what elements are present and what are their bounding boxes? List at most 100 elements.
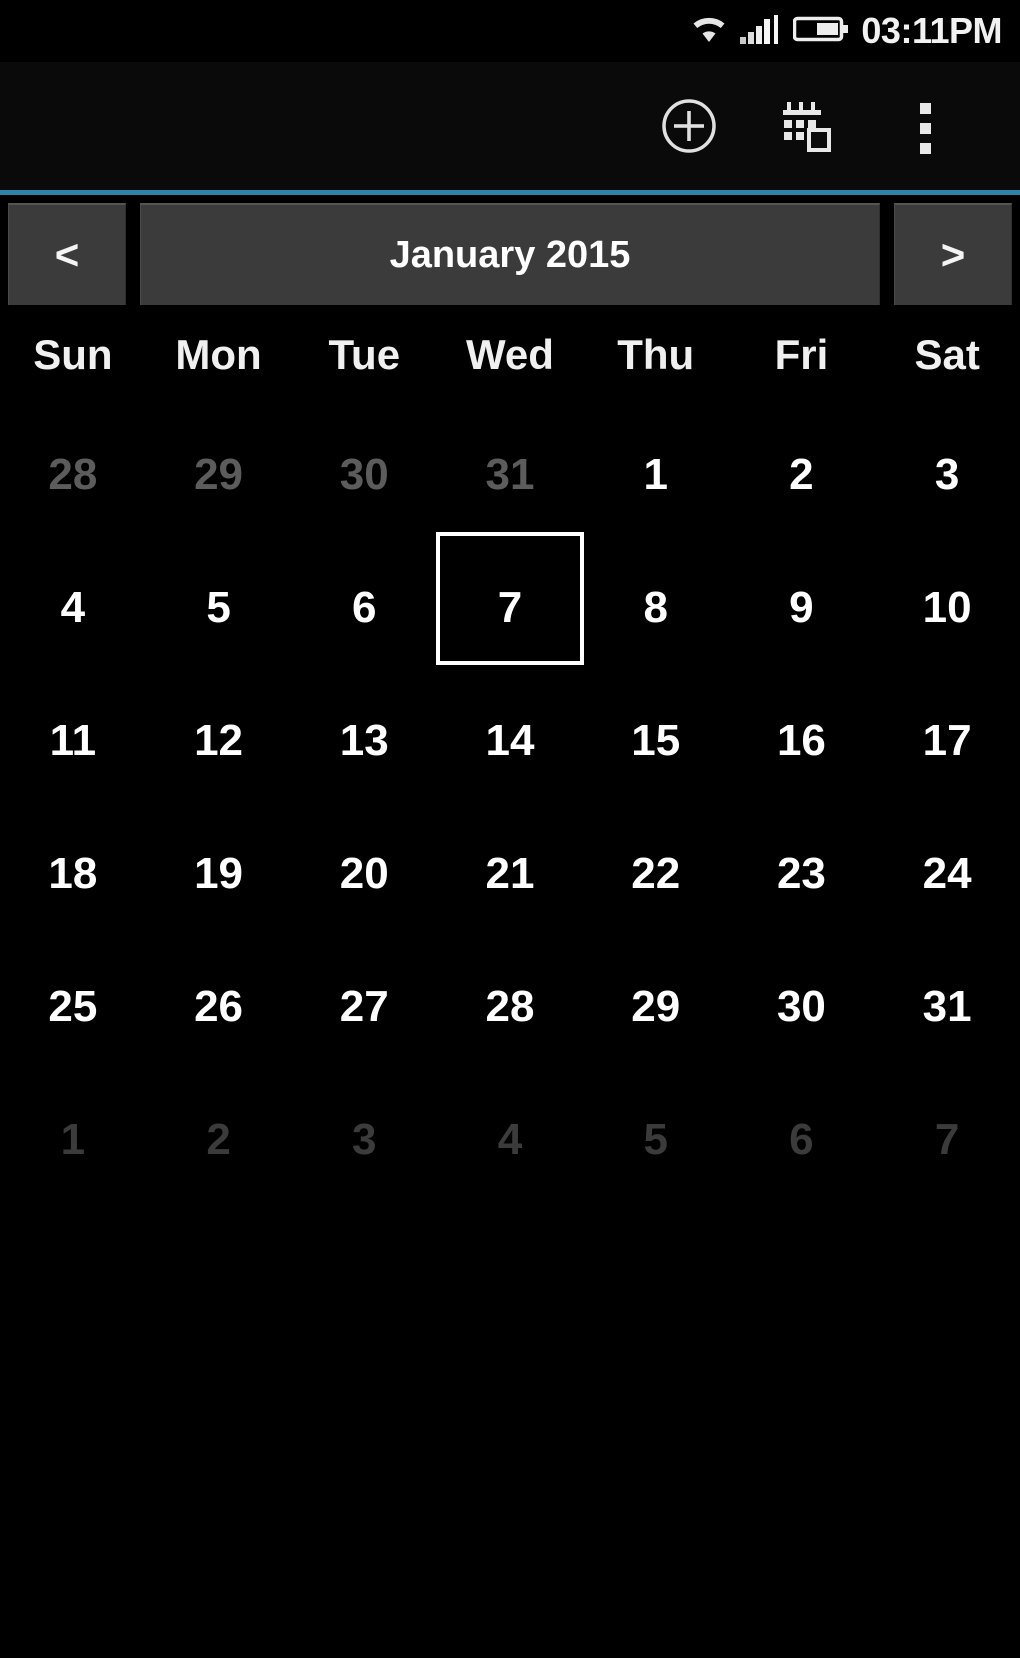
- day-cell[interactable]: 1: [0, 1070, 146, 1203]
- day-number: 13: [339, 715, 389, 765]
- day-cell[interactable]: 22: [583, 804, 729, 937]
- day-number: 12: [194, 715, 244, 765]
- day-cell[interactable]: 4: [437, 1070, 583, 1203]
- day-cell[interactable]: 2: [146, 1070, 292, 1203]
- day-number: 28: [485, 981, 535, 1031]
- overflow-menu-button[interactable]: [866, 62, 984, 195]
- day-cell[interactable]: 28: [437, 937, 583, 1070]
- day-number: 29: [631, 981, 681, 1031]
- day-cell[interactable]: 12: [146, 671, 292, 804]
- weekday-header-sat: Sat: [914, 331, 980, 378]
- day-cell[interactable]: 11: [0, 671, 146, 804]
- day-cell[interactable]: 7: [874, 1070, 1020, 1203]
- day-number: 28: [48, 449, 98, 499]
- day-cell[interactable]: 31: [874, 937, 1020, 1070]
- day-cell[interactable]: 3: [874, 405, 1020, 538]
- day-cell[interactable]: 16: [729, 671, 875, 804]
- day-number: 22: [631, 848, 681, 898]
- day-number: 18: [48, 848, 98, 898]
- day-cell[interactable]: 14: [437, 671, 583, 804]
- day-cell[interactable]: 13: [291, 671, 437, 804]
- day-number: 15: [631, 715, 681, 765]
- day-cell[interactable]: 24: [874, 804, 1020, 937]
- day-number: 27: [339, 981, 389, 1031]
- day-cell[interactable]: 4: [0, 538, 146, 671]
- wifi-icon: [689, 13, 729, 50]
- day-cell[interactable]: 2: [729, 405, 875, 538]
- day-cell[interactable]: 20: [291, 804, 437, 937]
- status-bar-right-group: 03:11PM: [689, 13, 1002, 50]
- day-cell[interactable]: 15: [583, 671, 729, 804]
- day-number: 30: [339, 449, 389, 499]
- status-bar-clock: 03:11PM: [861, 10, 1002, 51]
- day-number: 30: [776, 981, 826, 1031]
- weekday-header-row: Sun Mon Tue Wed Thu Fri Sat: [0, 305, 1020, 405]
- day-number: 11: [49, 715, 97, 765]
- day-cell[interactable]: 6: [729, 1070, 875, 1203]
- calendar-today-icon: [775, 94, 839, 163]
- plus-circle-icon: [657, 94, 721, 163]
- month-title-button[interactable]: January 2015: [140, 203, 880, 305]
- day-number: 3: [352, 1114, 377, 1164]
- action-bar: [0, 62, 1020, 195]
- day-cell[interactable]: 5: [146, 538, 292, 671]
- day-cell[interactable]: 29: [146, 405, 292, 538]
- battery-icon: [793, 13, 849, 50]
- day-cell[interactable]: 21: [437, 804, 583, 937]
- day-cell[interactable]: 9: [729, 538, 875, 671]
- day-grid: 28 29 30 31 1 2 3 4 5 6 7 8 9 10 11 12 13 14 15 16 17 18 19 20 2…: [0, 405, 1020, 1203]
- overflow-menu-icon: [919, 103, 931, 154]
- weekday-header-fri: Fri: [774, 331, 829, 378]
- day-cell[interactable]: 26: [146, 937, 292, 1070]
- day-cell[interactable]: 30: [729, 937, 875, 1070]
- day-number: 4: [60, 582, 86, 632]
- day-number: 31: [485, 449, 535, 499]
- day-number: 17: [922, 715, 972, 765]
- day-number: 2: [206, 1114, 231, 1164]
- day-number: 8: [643, 582, 668, 632]
- day-number: 2: [789, 449, 814, 499]
- day-number: 5: [643, 1114, 668, 1164]
- day-number: 29: [194, 449, 244, 499]
- weekday-header-thu: Thu: [617, 331, 695, 378]
- day-cell[interactable]: 18: [0, 804, 146, 937]
- day-cell[interactable]: 23: [729, 804, 875, 937]
- day-number: 31: [922, 981, 972, 1031]
- day-cell[interactable]: 10: [874, 538, 1020, 671]
- day-cell[interactable]: 5: [583, 1070, 729, 1203]
- weekday-header-tue: Tue: [328, 331, 401, 378]
- day-number: 21: [485, 848, 535, 898]
- add-event-button[interactable]: [630, 62, 748, 195]
- day-cell-selected[interactable]: 7: [437, 538, 583, 671]
- day-number: 9: [789, 582, 814, 632]
- day-cell[interactable]: 1: [583, 405, 729, 538]
- day-number: 19: [194, 848, 244, 898]
- weekday-header-mon: Mon: [175, 331, 262, 378]
- day-cell[interactable]: 29: [583, 937, 729, 1070]
- day-number: 25: [48, 981, 98, 1031]
- day-number: 1: [60, 1114, 86, 1164]
- day-number: 23: [776, 848, 826, 898]
- day-cell[interactable]: 8: [583, 538, 729, 671]
- day-cell[interactable]: 27: [291, 937, 437, 1070]
- day-number: 3: [934, 449, 960, 499]
- day-cell[interactable]: 17: [874, 671, 1020, 804]
- day-cell[interactable]: 6: [291, 538, 437, 671]
- day-cell[interactable]: 25: [0, 937, 146, 1070]
- day-cell[interactable]: 28: [0, 405, 146, 538]
- month-navigation-bar: < January 2015 >: [0, 195, 1020, 305]
- day-number: 4: [497, 1114, 523, 1164]
- day-cell[interactable]: 30: [291, 405, 437, 538]
- status-bar: 03:11PM: [0, 0, 1020, 62]
- day-number: 6: [352, 582, 377, 632]
- go-to-today-button[interactable]: [748, 62, 866, 195]
- day-number: 5: [206, 582, 231, 632]
- day-number: 26: [194, 981, 244, 1031]
- calendar-view: Sun Mon Tue Wed Thu Fri Sat 28 29 30 31 1 2 3 4 5 6 7 8 9 1…: [0, 305, 1020, 1203]
- day-cell[interactable]: 19: [146, 804, 292, 937]
- previous-month-button[interactable]: <: [8, 203, 126, 305]
- day-cell[interactable]: 31: [437, 405, 583, 538]
- weekday-header-wed: Wed: [466, 331, 554, 378]
- next-month-button[interactable]: >: [894, 203, 1012, 305]
- day-cell[interactable]: 3: [291, 1070, 437, 1203]
